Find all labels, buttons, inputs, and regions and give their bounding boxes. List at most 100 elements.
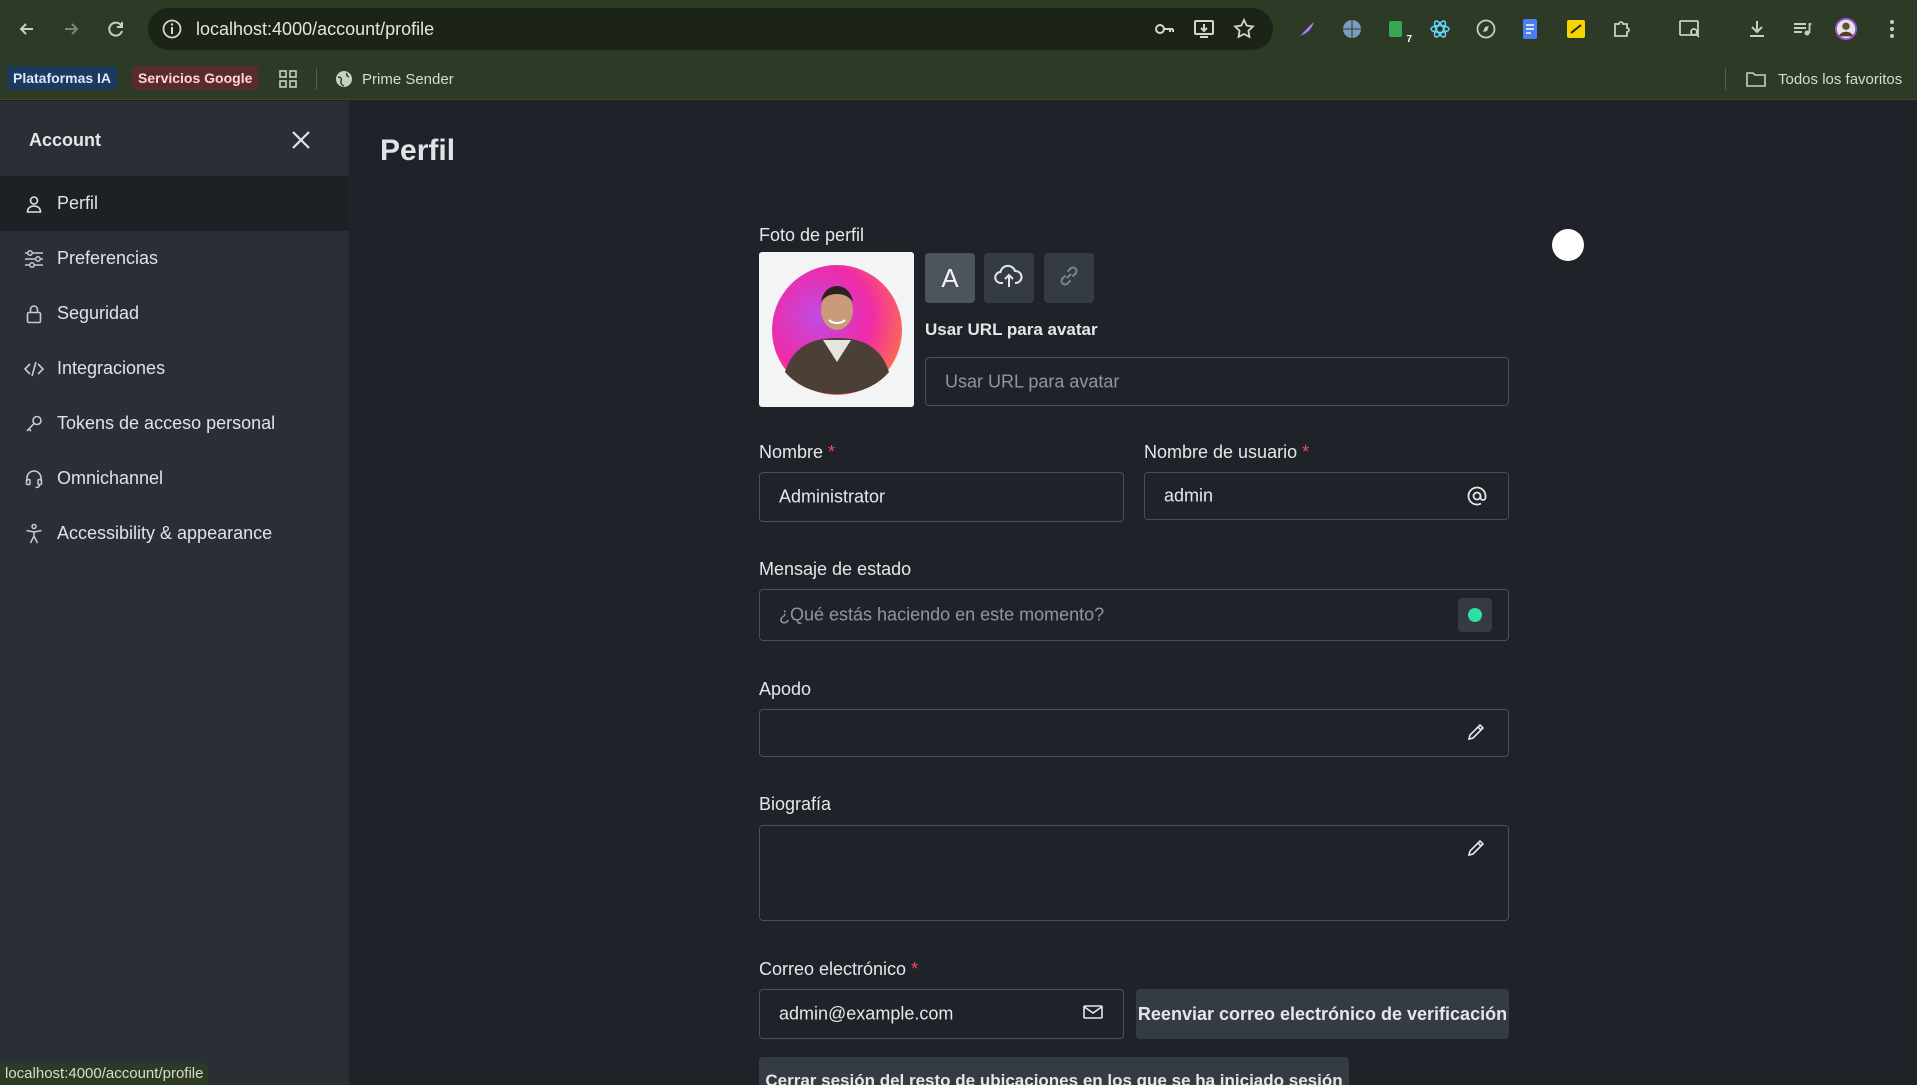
avatar-url-button[interactable] [1044,253,1094,303]
email-field[interactable]: admin@example.com [759,989,1124,1039]
cloud-upload-icon [994,263,1024,294]
profile-avatar-icon[interactable] [1834,17,1858,41]
sidebar-item-label: Perfil [57,193,99,213]
sidebar-item-label: Tokens de acceso personal [57,413,276,433]
pencil-icon [1465,837,1489,861]
required-marker: * [911,959,919,979]
email-value: admin@example.com [779,1003,954,1024]
apps-grid-icon[interactable] [278,69,298,89]
url-text[interactable]: localhost:4000/account/profile [196,19,434,40]
install-app-icon[interactable] [1192,17,1216,41]
email-label-text: Correo electrónico [759,959,907,979]
close-icon[interactable] [288,127,314,153]
avatar-photo [772,265,902,395]
sidebar-item-integraciones[interactable]: Integraciones [0,341,349,396]
site-info-icon[interactable] [160,17,184,41]
sidebar-item-seguridad[interactable]: Seguridad [0,286,349,341]
extensions-puzzle-icon[interactable] [1610,17,1634,41]
tab-search-icon[interactable] [1678,17,1702,41]
sidebar-title: Account [29,130,101,150]
sidebar-item-perfil[interactable]: Perfil [0,176,349,231]
user-icon [23,193,45,215]
all-bookmarks-link[interactable]: Todos los favoritos [1778,71,1902,88]
upload-avatar-button[interactable] [984,253,1034,303]
extension-feather-icon[interactable] [1295,17,1319,41]
extension-badge: 7 [1406,34,1412,45]
email-label: Correo electrónico * [759,959,918,980]
forward-icon[interactable] [58,16,84,42]
extension-compass-icon[interactable] [1474,17,1498,41]
back-icon[interactable] [14,16,40,42]
sidebar-item-label: Accessibility & appearance [57,523,273,543]
bookmark-servicios-google[interactable]: Servicios Google [132,66,259,90]
browser-toolbar: localhost:4000/account/profile 7 [0,0,1917,60]
bookmarks-divider [316,68,317,90]
avatar-preview [759,252,914,407]
avatar-label: Foto de perfil [759,225,865,245]
avatar-letter: A [941,262,959,293]
name-field[interactable]: Administrator [759,472,1124,522]
nickname-input[interactable] [759,709,1509,757]
status-message-label: Mensaje de estado [759,559,912,579]
address-bar[interactable]: localhost:4000/account/profile [148,8,1273,50]
downloads-icon[interactable] [1745,17,1769,41]
logout-other-sessions-button[interactable]: Cerrar sesión del resto de ubicaciones e… [759,1057,1349,1085]
pencil-icon [1465,721,1489,745]
mail-icon [1082,1002,1106,1026]
folder-icon [1746,70,1768,90]
password-key-icon[interactable] [1152,17,1176,41]
sidebar-item-tokens[interactable]: Tokens de acceso personal [0,396,349,451]
name-label-text: Nombre [759,442,824,462]
code-icon [23,358,45,380]
name-label: Nombre * [759,442,835,463]
media-queue-icon[interactable] [1790,17,1814,41]
bookmark-prime-sender[interactable]: Prime Sender [362,71,454,88]
sidebar-item-accessibility[interactable]: Accessibility & appearance [0,506,349,561]
key-icon [23,413,45,435]
bio-textarea[interactable] [759,825,1509,921]
status-online-dot [1468,608,1482,622]
status-bar-url: localhost:4000/account/profile [0,1063,209,1085]
bookmark-plataformas-ia[interactable]: Plataformas IA [7,66,118,90]
required-marker: * [1302,442,1310,462]
bio-label: Biografía [759,794,832,814]
browser-menu-icon[interactable] [1880,17,1904,41]
lock-icon [23,303,45,325]
globe-icon [335,70,355,90]
at-sign-icon [1465,484,1489,508]
sidebar-item-preferencias[interactable]: Preferencias [0,231,349,286]
sidebar-item-label: Integraciones [57,358,166,378]
required-marker: * [828,442,836,462]
sidebar-item-label: Omnichannel [57,468,164,488]
sidebar-item-omnichannel[interactable]: Omnichannel [0,451,349,506]
page-title: Perfil [380,134,456,167]
extension-doc-icon[interactable] [1518,17,1542,41]
extension-globe-icon[interactable] [1340,17,1364,41]
username-value: admin [1164,485,1214,506]
extension-sheets-icon[interactable]: 7 [1384,17,1412,45]
avatar-url-placeholder: Usar URL para avatar [945,371,1120,391]
extension-react-icon[interactable] [1428,17,1452,41]
bookmark-star-icon[interactable] [1232,17,1256,41]
sidebar-item-label: Seguridad [57,303,140,323]
reload-icon[interactable] [103,16,129,42]
avatar-letter-button[interactable]: A [925,253,975,303]
headset-icon [23,468,45,490]
username-field[interactable]: admin [1144,472,1509,520]
sidebar-item-label: Preferencias [57,248,159,268]
nickname-label: Apodo [759,679,812,699]
account-sidebar: Account Perfil Preferencias Seguridad In… [0,101,349,1085]
username-label-text: Nombre de usuario [1144,442,1298,462]
cursor-dot [1552,229,1584,261]
bookmarks-bar: Plataformas IA Servicios Google Prime Se… [0,60,1917,100]
name-value: Administrator [779,486,886,507]
resend-verification-button[interactable]: Reenviar correo electrónico de verificac… [1136,989,1509,1039]
extension-yellow-icon[interactable] [1564,17,1588,41]
status-message-placeholder: ¿Qué estás haciendo en este momento? [779,604,1105,625]
link-icon [1056,263,1082,294]
sliders-icon [23,248,45,270]
status-selector-button[interactable] [1458,598,1492,632]
accessibility-icon [23,523,45,545]
avatar-url-input[interactable]: Usar URL para avatar [925,357,1509,406]
status-message-input[interactable]: ¿Qué estás haciendo en este momento? [759,589,1509,641]
